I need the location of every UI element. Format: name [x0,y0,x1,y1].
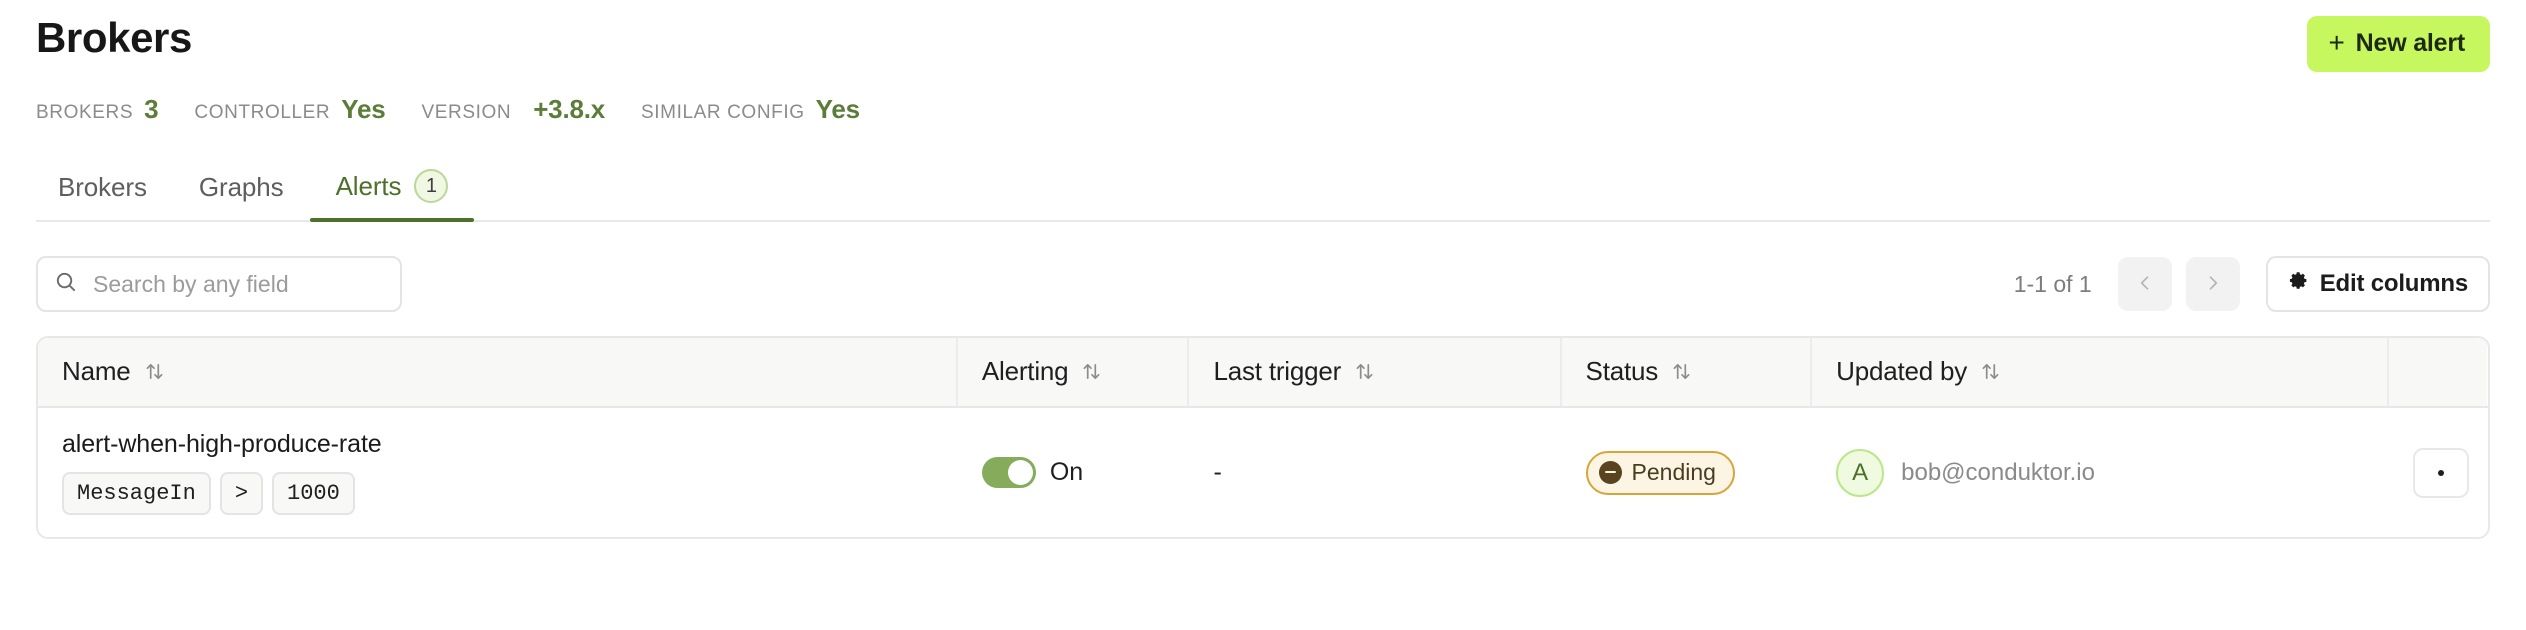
tab-graphs[interactable]: Graphs [173,166,310,220]
more-horizontal-icon [2438,469,2445,476]
column-header-last-trigger[interactable]: Last trigger [1188,338,1562,408]
meta-item-controller: CONTROLLER Yes [194,94,385,125]
meta-item-brokers: BROKERS 3 [36,94,159,125]
tab-alerts-badge: 1 [414,169,449,203]
tab-brokers[interactable]: Brokers [36,166,173,220]
tab-alerts[interactable]: Alerts 1 [309,163,475,222]
search-input[interactable] [91,269,384,299]
tab-graphs-label: Graphs [198,172,284,202]
tab-alerts-label: Alerts [335,170,402,201]
column-header-updated-by-label: Updated by [1836,356,1968,386]
pagination-next-button[interactable] [2185,257,2240,311]
meta-value-similar-config: Yes [815,94,860,124]
alerts-table: Name Alerting Last trigger Status Update… [36,336,2490,539]
alerting-toggle[interactable] [981,457,1036,488]
column-header-updated-by[interactable]: Updated by [1811,338,2390,408]
updated-by-email: bob@conduktor.io [1901,458,2095,486]
page-root: Brokers + New alert BROKERS 3 CONTROLLER… [0,0,2526,539]
cell-actions [2388,407,2487,537]
chevron-right-icon [2203,273,2223,296]
search-icon [54,270,77,298]
cell-alerting: On [957,407,1189,537]
alert-condition: MessageIn > 1000 [62,472,932,515]
meta-item-similar-config: SIMILAR CONFIG Yes [641,94,860,125]
chevron-left-icon [2135,273,2155,296]
cell-status: Pending [1561,407,1812,537]
gear-icon [2288,270,2309,298]
plus-icon: + [2328,26,2345,58]
meta-item-version: VERSION +3.8.x [421,94,605,125]
search-box[interactable] [36,256,402,312]
sort-icon [1981,361,2000,382]
new-alert-button[interactable]: + New alert [2307,16,2490,72]
meta-value-version-text: +3.8.x [533,94,606,124]
meta-label-similar-config: SIMILAR CONFIG [641,102,805,123]
meta-value-controller: Yes [341,94,386,124]
condition-operator-chip: > [219,472,264,515]
column-header-status[interactable]: Status [1560,338,1813,408]
toolbar-right-group: 1-1 of 1 Edit columns [2014,256,2490,312]
column-header-alerting[interactable]: Alerting [956,338,1190,408]
meta-label-brokers: BROKERS [36,102,134,123]
table-row[interactable]: alert-when-high-produce-rate MessageIn >… [38,407,2487,537]
page-title: Brokers [36,14,192,61]
column-header-alerting-label: Alerting [981,356,1069,386]
status-badge: Pending [1585,450,1735,495]
table-toolbar: 1-1 of 1 Edit columns [36,256,2490,312]
cell-name: alert-when-high-produce-rate MessageIn >… [38,407,957,537]
row-more-actions-button[interactable] [2413,447,2470,498]
pagination-range-label: 1-1 of 1 [2013,270,2092,297]
meta-value-brokers: 3 [144,94,159,124]
column-header-name[interactable]: Name [38,338,958,408]
column-header-name-label: Name [62,356,131,386]
edit-columns-button[interactable]: Edit columns [2265,256,2490,312]
alerting-toggle-label: On [1049,458,1084,486]
cell-last-trigger: - [1213,458,1222,486]
sort-icon [145,361,164,382]
sort-icon [1082,361,1101,382]
cell-updated-by: A bob@conduktor.io [1811,407,2388,537]
sort-icon [1355,361,1374,382]
page-header: Brokers + New alert [36,0,2490,72]
table-header-row: Name Alerting Last trigger Status Update… [38,338,2487,408]
condition-metric-chip: MessageIn [62,472,211,515]
tab-brokers-label: Brokers [58,172,147,202]
alert-name: alert-when-high-produce-rate [62,430,382,458]
meta-label-version: VERSION [421,102,512,123]
avatar: A [1836,448,1885,497]
tab-bar: Brokers Graphs Alerts 1 [36,163,2490,222]
circle-minus-icon [1598,460,1622,484]
column-header-actions [2388,338,2487,408]
new-alert-button-label: New alert [2355,29,2466,57]
edit-columns-label: Edit columns [2319,270,2468,297]
meta-label-controller: CONTROLLER [194,102,331,123]
column-header-status-label: Status [1585,356,1659,386]
toggle-knob [1007,460,1033,485]
condition-threshold-chip: 1000 [272,472,355,515]
status-badge-label: Pending [1631,458,1716,485]
sort-icon [1672,361,1691,382]
cluster-meta-strip: BROKERS 3 CONTROLLER Yes VERSION +3.8.x … [36,94,2490,125]
pagination-previous-button[interactable] [2117,257,2172,311]
column-header-last-trigger-label: Last trigger [1213,356,1342,386]
